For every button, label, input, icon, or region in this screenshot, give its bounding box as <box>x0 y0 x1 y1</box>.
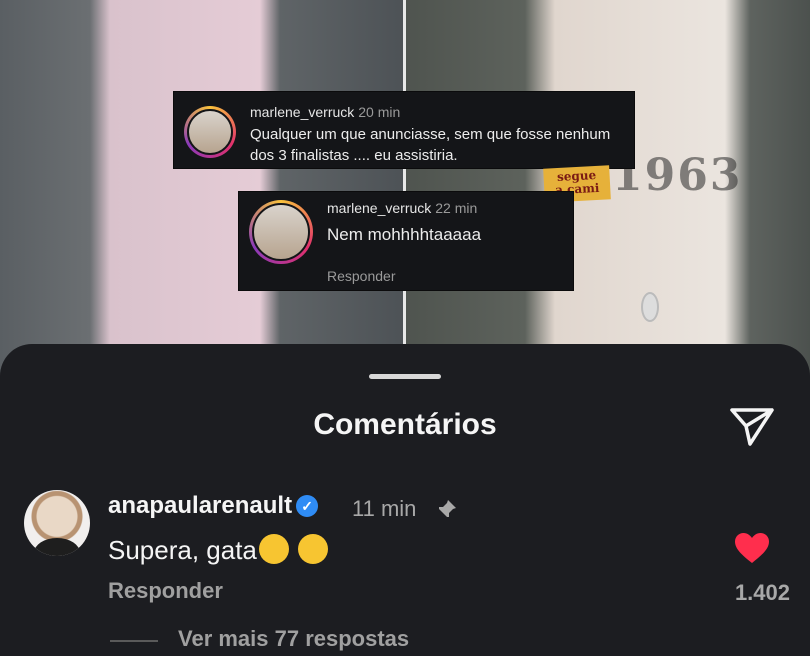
quoted-time: 20 min <box>358 104 401 120</box>
sweat-smile-emoji-icon <box>298 534 329 564</box>
comment-text-body: Supera, gata <box>108 535 257 565</box>
quoted-username: marlene_verruck <box>250 104 355 120</box>
quoted-comment-card: marlene_verruck 22 min Nem mohhhhtaaaaa R… <box>238 191 574 291</box>
quoted-time: 22 min <box>435 200 478 216</box>
heart-icon[interactable] <box>734 532 770 564</box>
quoted-reply-button: Responder <box>327 268 396 284</box>
quoted-text: Nem mohhhhtaaaaa <box>327 225 482 244</box>
comment-username[interactable]: anapaularenault <box>108 492 292 519</box>
necklace-pendant <box>641 292 659 322</box>
reply-button[interactable]: Responder <box>108 578 223 604</box>
post-photo: 1963 <box>0 0 810 380</box>
like-count: 1.402 <box>734 580 790 605</box>
quoted-username: marlene_verruck <box>327 200 432 216</box>
comment-text: Supera, gata <box>108 534 329 566</box>
send-icon[interactable] <box>728 404 776 448</box>
quoted-text: Qualquer um que anunciasse, sem que foss… <box>250 126 611 164</box>
hand-over-mouth-emoji-icon <box>258 534 289 564</box>
comment-username-line[interactable]: anapaularenault ✓ <box>108 492 319 520</box>
avatar[interactable] <box>24 490 90 556</box>
pin-icon <box>437 500 456 519</box>
sheet-drag-handle[interactable] <box>369 374 441 379</box>
avatar <box>249 200 313 264</box>
photo-left-person <box>0 0 405 380</box>
comments-sheet: Comentários anapaularenault ✓ 11 min Supe… <box>0 344 810 656</box>
photo-divider <box>403 0 406 380</box>
avatar <box>184 106 236 158</box>
sheet-title: Comentários <box>313 408 497 441</box>
quoted-comment-card: marlene_verruck 20 min Qualquer um que an… <box>173 91 635 169</box>
verified-badge-icon: ✓ <box>296 495 319 517</box>
more-replies-line <box>110 640 158 642</box>
view-more-replies-button[interactable]: Ver mais 77 respostas <box>178 626 409 652</box>
comment-time: 11 min <box>352 496 417 521</box>
quoted-username-line: marlene_verruck 20 min <box>250 104 400 120</box>
quoted-username-line: marlene_verruck 22 min <box>327 200 477 216</box>
